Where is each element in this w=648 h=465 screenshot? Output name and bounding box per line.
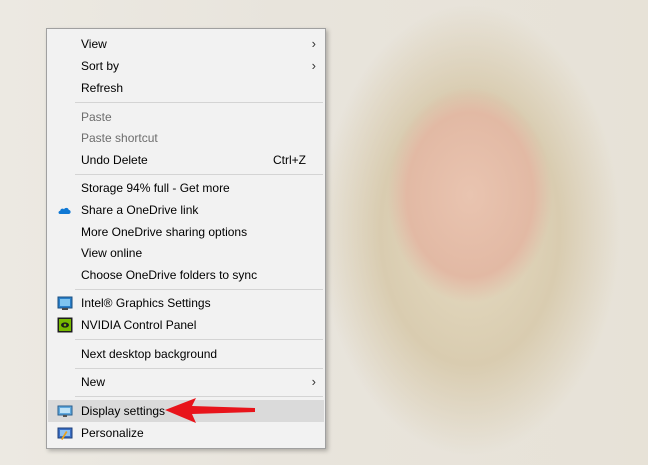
menu-item-intel-graphics[interactable]: Intel® Graphics Settings	[48, 292, 324, 314]
menu-separator	[75, 368, 323, 369]
nvidia-icon	[57, 317, 73, 333]
menu-item-view[interactable]: View ›	[48, 33, 324, 55]
annotation-arrow-icon	[165, 398, 255, 423]
menu-item-storage[interactable]: Storage 94% full - Get more	[48, 177, 324, 199]
menu-separator	[75, 174, 323, 175]
onedrive-cloud-icon	[58, 207, 71, 214]
menu-separator	[75, 102, 323, 103]
chevron-right-icon: ›	[311, 374, 316, 389]
menu-item-nvidia[interactable]: NVIDIA Control Panel	[48, 314, 324, 336]
menu-item-refresh[interactable]: Refresh	[48, 77, 324, 99]
menu-item-next-background[interactable]: Next desktop background	[48, 343, 324, 365]
menu-separator	[75, 289, 323, 290]
menu-item-share-onedrive[interactable]: Share a OneDrive link	[48, 199, 324, 221]
menu-item-undo-delete[interactable]: Undo Delete Ctrl+Z	[48, 149, 324, 171]
menu-item-more-sharing[interactable]: More OneDrive sharing options	[48, 221, 324, 243]
menu-item-paste-shortcut[interactable]: Paste shortcut	[48, 127, 324, 149]
shortcut-label: Ctrl+Z	[273, 153, 306, 167]
personalize-icon	[57, 427, 73, 440]
menu-separator	[75, 339, 323, 340]
intel-graphics-icon	[57, 296, 73, 310]
display-icon	[57, 405, 73, 417]
chevron-right-icon: ›	[311, 58, 316, 73]
chevron-right-icon: ›	[311, 36, 316, 51]
menu-item-choose-folders[interactable]: Choose OneDrive folders to sync	[48, 264, 324, 286]
menu-item-view-online[interactable]: View online	[48, 242, 324, 264]
menu-item-paste[interactable]: Paste	[48, 106, 324, 128]
desktop-context-menu: View › Sort by › Refresh Paste Paste sho…	[46, 28, 326, 449]
menu-item-sort-by[interactable]: Sort by ›	[48, 55, 324, 77]
menu-item-new[interactable]: New ›	[48, 371, 324, 393]
